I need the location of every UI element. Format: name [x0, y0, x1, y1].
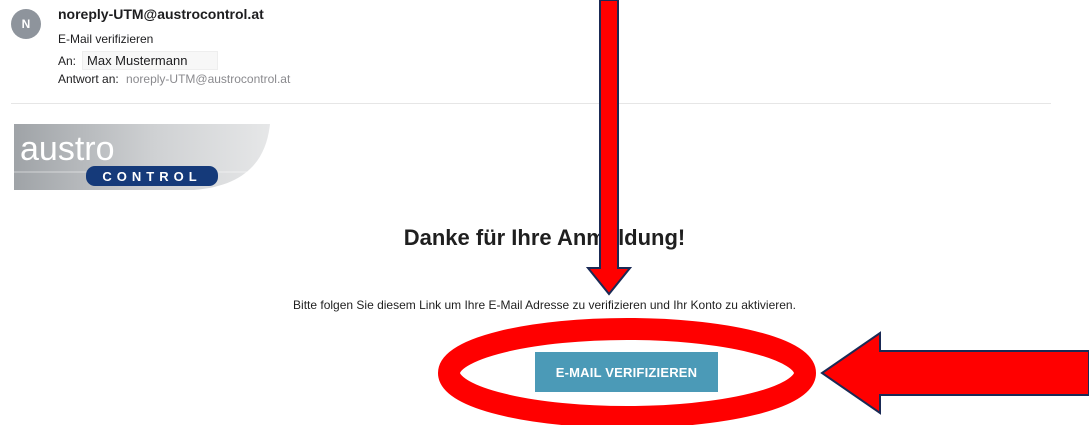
left-arrow-annotation: [820, 331, 1089, 415]
sender-avatar: N: [11, 9, 41, 39]
sender-address: noreply-UTM@austrocontrol.at: [58, 6, 264, 22]
logo-word-austro: austro: [20, 130, 115, 168]
email-subject: E-Mail verifizieren: [58, 32, 154, 46]
header-divider: [11, 103, 1051, 104]
logo-word-control: CONTROL: [102, 169, 201, 184]
recipient-row: An: Max Mustermann: [58, 51, 219, 70]
reply-to-row: Antwort an: noreply-UTM@austrocontrol.at: [58, 72, 290, 86]
austro-control-logo: austro CONTROL: [14, 124, 270, 190]
reply-to-label: Antwort an:: [58, 72, 119, 86]
verify-email-button[interactable]: E-MAIL VERIFIZIEREN: [535, 352, 718, 392]
recipient-label: An:: [58, 53, 77, 68]
email-view: N noreply-UTM@austrocontrol.at E-Mail ve…: [0, 0, 1089, 425]
page-heading: Danke für Ihre Anmeldung!: [403, 225, 686, 250]
reply-to-address[interactable]: noreply-UTM@austrocontrol.at: [126, 72, 290, 86]
avatar-initial: N: [21, 17, 31, 31]
instruction-text: Bitte folgen Sie diesem Link um Ihre E-M…: [293, 298, 796, 312]
recipient-name[interactable]: Max Mustermann: [82, 51, 219, 70]
